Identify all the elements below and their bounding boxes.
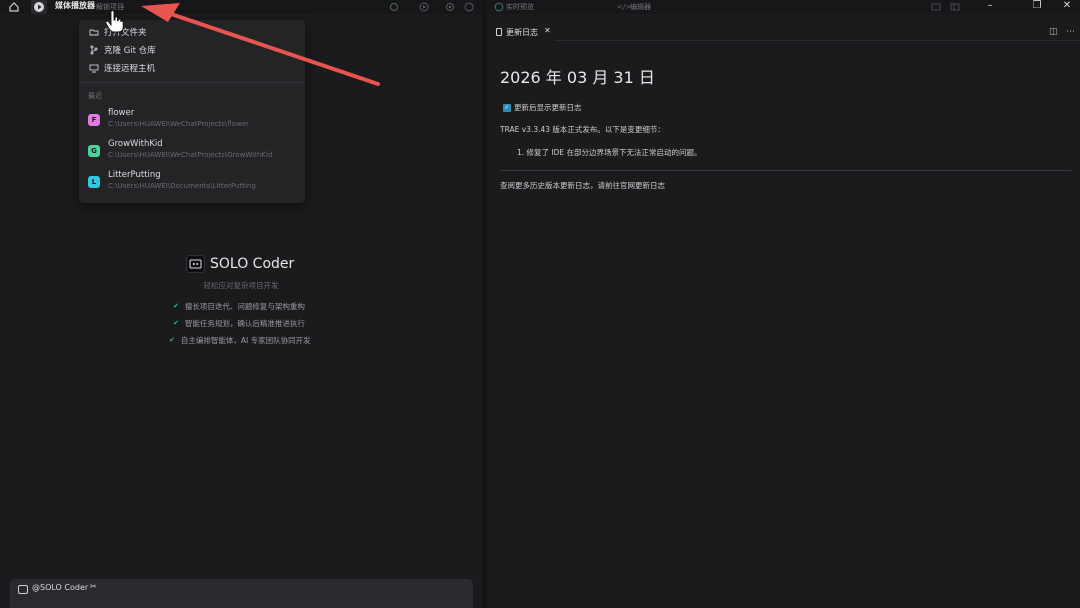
tab-editor[interactable]: 编辑器 (630, 1, 651, 13)
editor-tabstrip: 更新日志 ✕ (487, 24, 1080, 41)
show-changelog-checkbox[interactable]: ✓ 更新后显示更新日志 (503, 102, 582, 113)
agent-icon (18, 585, 28, 594)
feature-item: ✔ 擅长项目迭代、问题修复与架构重构 (173, 301, 305, 311)
check-icon: ✔ (173, 319, 179, 327)
project-badge: F (88, 114, 100, 126)
settings-icon[interactable] (445, 2, 455, 12)
change-item: 1. 修复了 IDE 在部分边界场景下无法正常启动的问题。 (517, 148, 702, 157)
folder-open-icon (89, 29, 99, 36)
feature-item: ✔ 智能任务规划，确认后精准推进执行 (173, 318, 305, 328)
project-name: flower (108, 108, 135, 118)
close-tab-icon[interactable]: ✕ (544, 26, 551, 35)
project-path: C:\Users\HUAWEI\WeChatProjects\GrowWithK… (108, 151, 273, 159)
solo-subtitle: 轻松应对复杂项目开发 (203, 281, 279, 290)
content-divider (500, 170, 1071, 171)
hand-cursor-icon (105, 10, 124, 33)
remote-host-icon (89, 64, 99, 73)
chevron-down-icon[interactable]: ⌄ (120, 2, 126, 10)
menu-divider (79, 82, 305, 83)
checkbox-label: 更新后显示更新日志 (514, 103, 582, 112)
project-badge: L (88, 176, 100, 188)
project-menu: 打开文件夹 克隆 Git 仓库 连接远程主机 最近 F flower C:\Us… (79, 20, 305, 203)
agent-mention[interactable]: @SOLO Coder (32, 583, 88, 592)
git-branch-icon (90, 45, 98, 55)
project-name: GrowWithKid (108, 139, 163, 149)
chat-input[interactable]: @SOLO Coder ✂ (10, 579, 473, 608)
title-bar: 媒体播放器 解锁项目 ⌄ 实时预览 </> 编辑器 – ❐ ✕ (0, 0, 1080, 15)
check-icon: ✔ (169, 336, 175, 344)
project-path: C:\Users\HUAWEI\WeChatProjects\flower (108, 120, 249, 128)
document-icon (496, 28, 502, 36)
sync-icon[interactable] (389, 2, 399, 12)
globe-icon (494, 2, 504, 12)
history-link-line[interactable]: 查阅更多历史版本更新日志，请前往官网更新日志 (500, 180, 665, 191)
solo-coder-icon (186, 255, 205, 273)
play-icon[interactable] (419, 2, 429, 12)
editor-pane: 更新日志 ✕ ◫ ⋯ 2026 年 03 月 31 日 ✓ 更新后显示更新日志 … (487, 14, 1080, 608)
feature-item: ✔ 自主编排智能体，AI 专家团队协同开发 (169, 335, 311, 345)
layout-icon[interactable] (931, 2, 941, 12)
project-name: LitterPutting (108, 170, 161, 180)
menu-item-label: 克隆 Git 仓库 (104, 46, 156, 56)
minimize-button[interactable]: – (983, 0, 997, 14)
more-icon[interactable]: ⋯ (1066, 27, 1075, 37)
menu-item-label: 连接远程主机 (104, 64, 156, 74)
close-button[interactable]: ✕ (1060, 0, 1074, 14)
tab-label: 更新日志 (506, 28, 538, 37)
project-badge: G (88, 145, 100, 157)
menu-item-clone-git[interactable]: 克隆 Git 仓库 (89, 43, 156, 57)
tab-changelog[interactable]: 更新日志 ✕ (487, 24, 555, 41)
app-title: 媒体播放器 (55, 1, 95, 10)
recent-heading: 最近 (88, 92, 102, 100)
changelog-heading: 2026 年 03 月 31 日 (500, 68, 655, 87)
tab-live-preview[interactable]: 实时预览 (506, 1, 534, 13)
project-path: C:\Users\HUAWEI\Documents\LitterPutting (108, 182, 256, 190)
media-player-app-icon[interactable] (31, 0, 47, 15)
release-line: TRAE v3.3.43 版本正式发布。以下是变更细节： (500, 125, 665, 134)
account-icon[interactable] (464, 2, 474, 12)
split-editor-icon[interactable]: ◫ (1049, 27, 1058, 37)
sidebar-toggle-icon[interactable] (950, 2, 960, 12)
menu-item-remote-host[interactable]: 连接远程主机 (89, 61, 155, 75)
code-icon: </> (617, 3, 632, 11)
tools-icon[interactable]: ✂ (90, 582, 97, 591)
home-icon[interactable] (8, 1, 20, 13)
solo-title: SOLO Coder (210, 256, 295, 272)
check-icon: ✔ (173, 302, 179, 310)
checkbox-checked-icon[interactable]: ✓ (503, 103, 511, 112)
maximize-button[interactable]: ❐ (1030, 0, 1044, 14)
